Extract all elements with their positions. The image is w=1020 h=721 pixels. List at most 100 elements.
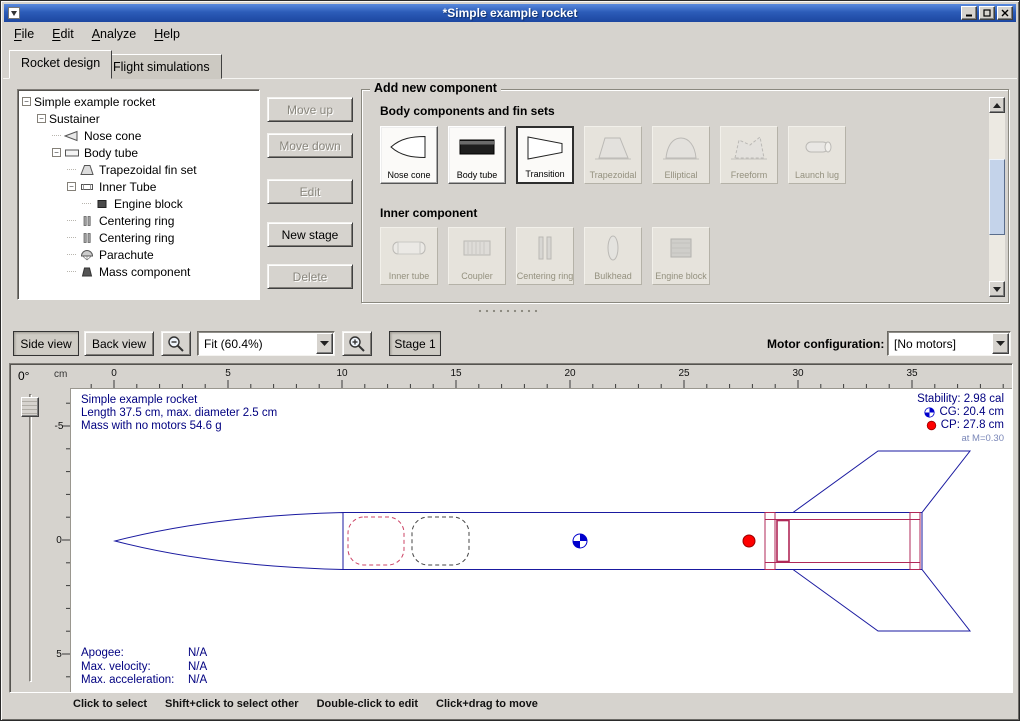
zoom-value: Fit (60.4%) (198, 337, 316, 351)
component-scrollbar[interactable] (989, 97, 1005, 297)
cg-marker (573, 534, 587, 548)
zoom-combo[interactable]: Fit (60.4%) (197, 331, 335, 356)
max-velocity-label: Max. velocity: (81, 661, 188, 675)
add-engine-block-button: Engine block (652, 227, 710, 285)
horizontal-ruler: 05101520253035 (70, 364, 1012, 388)
menu-edit[interactable]: Edit (43, 24, 83, 44)
svg-text:10: 10 (336, 368, 348, 379)
launch-lug-icon (797, 131, 837, 163)
tab-rocket-design[interactable]: Rocket design (9, 50, 112, 79)
maximize-button[interactable] (979, 6, 995, 20)
tree-connector (67, 271, 76, 272)
apogee-value: N/A (188, 647, 207, 661)
cp-legend-icon (926, 420, 937, 431)
tab-flight-simulations[interactable]: Flight simulations (101, 54, 222, 79)
stage-1-toggle[interactable]: Stage 1 (389, 331, 441, 356)
cp-value: CP: 27.8 cm (941, 419, 1004, 432)
minimize-button[interactable] (961, 6, 977, 20)
inner-tube-icon (79, 181, 95, 193)
status-hint: Click to select (73, 698, 147, 710)
zoom-out-button[interactable] (161, 331, 191, 356)
tree-item-centering-ring[interactable]: Centering ring (19, 229, 259, 246)
new-stage-button[interactable]: New stage (267, 222, 353, 247)
tree-item-sustainer[interactable]: −Sustainer (19, 110, 259, 127)
rocket-drawing[interactable] (71, 389, 1013, 693)
stability-info: Stability: 2.98 cal CG: 20.4 cm CP: 27.8… (917, 393, 1004, 445)
bulkhead-icon (593, 232, 633, 264)
tree-item-nose-cone[interactable]: Nose cone (19, 127, 259, 144)
titlebar[interactable]: *Simple example rocket (4, 4, 1016, 22)
zoom-combo-arrow-icon[interactable] (316, 333, 333, 354)
zoom-out-icon (167, 335, 185, 353)
add-component-panel: Add new component Body components and fi… (361, 89, 1009, 303)
svg-text:30: 30 (792, 368, 804, 379)
svg-text:0: 0 (111, 368, 117, 379)
apogee-label: Apogee: (81, 647, 188, 661)
tree-item-inner-tube[interactable]: −Inner Tube (19, 178, 259, 195)
menu-file[interactable]: File (5, 24, 43, 44)
tree-expander-icon[interactable]: − (52, 148, 61, 157)
edit-button: Edit (267, 179, 353, 204)
status-hints: Click to selectShift+click to select oth… (73, 698, 538, 710)
add-centering-ring-button: Centering ring (516, 227, 574, 285)
tree-item-mass-component[interactable]: Mass component (19, 263, 259, 280)
back-view-button[interactable]: Back view (84, 331, 154, 356)
tree-item-centering-ring[interactable]: Centering ring (19, 212, 259, 229)
scroll-up-icon[interactable] (989, 97, 1005, 113)
tree-item-simple-example-rocket[interactable]: −Simple example rocket (19, 93, 259, 110)
mach-condition: at M=0.30 (917, 432, 1004, 445)
rotation-angle: 0° (18, 369, 29, 383)
add-body-tube-button[interactable]: Body tube (448, 126, 506, 184)
rocket-body-outline (115, 513, 922, 570)
motor-configuration-value: [No motors] (888, 337, 992, 351)
add-launch-lug-button: Launch lug (788, 126, 846, 184)
svg-text:0: 0 (56, 535, 62, 546)
tree-connector (67, 220, 76, 221)
scroll-down-icon[interactable] (989, 281, 1005, 297)
add-coupler-button: Coupler (448, 227, 506, 285)
tree-item-parachute[interactable]: Parachute (19, 246, 259, 263)
body-components-label: Body components and fin sets (380, 104, 555, 118)
rotation-slider-handle[interactable] (21, 397, 39, 417)
tree-item-body-tube[interactable]: −Body tube (19, 144, 259, 161)
max-velocity-value: N/A (188, 661, 207, 675)
menu-analyze[interactable]: Analyze (83, 24, 145, 44)
motor-configuration-combo[interactable]: [No motors] (887, 331, 1011, 356)
move-up-button: Move up (267, 97, 353, 122)
tree-expander-icon[interactable]: − (22, 97, 31, 106)
add-transition-button[interactable]: Transition (516, 126, 574, 184)
nose-cone-icon (389, 131, 429, 163)
tree-item-trapezoidal-fin-set[interactable]: Trapezoidal fin set (19, 161, 259, 178)
inner-component-label: Inner component (380, 206, 477, 220)
mass-icon (79, 266, 95, 278)
cg-value: CG: 20.4 cm (939, 406, 1004, 419)
zoom-in-button[interactable] (342, 331, 372, 356)
side-view-button[interactable]: Side view (13, 331, 79, 356)
add-nose-cone-button[interactable]: Nose cone (380, 126, 438, 184)
tree-item-engine-block[interactable]: Engine block (19, 195, 259, 212)
body-tube-icon (457, 131, 497, 163)
motor-combo-arrow-icon[interactable] (992, 333, 1009, 354)
inner-component-buttons: Inner tubeCouplerCentering ringBulkheadE… (380, 227, 710, 285)
cp-marker (743, 535, 755, 547)
window-icon (7, 7, 20, 20)
engine-block-icon (94, 198, 110, 210)
add-component-title: Add new component (370, 81, 501, 95)
window-title: *Simple example rocket (4, 6, 1016, 20)
tree-expander-icon[interactable]: − (37, 114, 46, 123)
tree-connector (67, 169, 76, 170)
status-hint: Click+drag to move (436, 698, 538, 710)
body-tube-outline (343, 513, 922, 570)
rocket-figure-panel: 0° cm 05101520253035 -505 (9, 363, 1013, 693)
scrollbar-thumb[interactable] (989, 159, 1005, 235)
tree-expander-icon[interactable]: − (67, 182, 76, 191)
add-freeform-button: Freeform (720, 126, 778, 184)
rocket-plot[interactable]: Simple example rocket Length 37.5 cm, ma… (70, 388, 1012, 692)
close-button[interactable] (997, 6, 1013, 20)
menu-help[interactable]: Help (145, 24, 189, 44)
svg-text:20: 20 (564, 368, 576, 379)
fin-elliptical-icon (661, 131, 701, 163)
centering-ring-icon (525, 232, 565, 264)
splitter-handle[interactable] (1, 308, 1019, 316)
rotation-slider-track[interactable] (29, 394, 32, 682)
